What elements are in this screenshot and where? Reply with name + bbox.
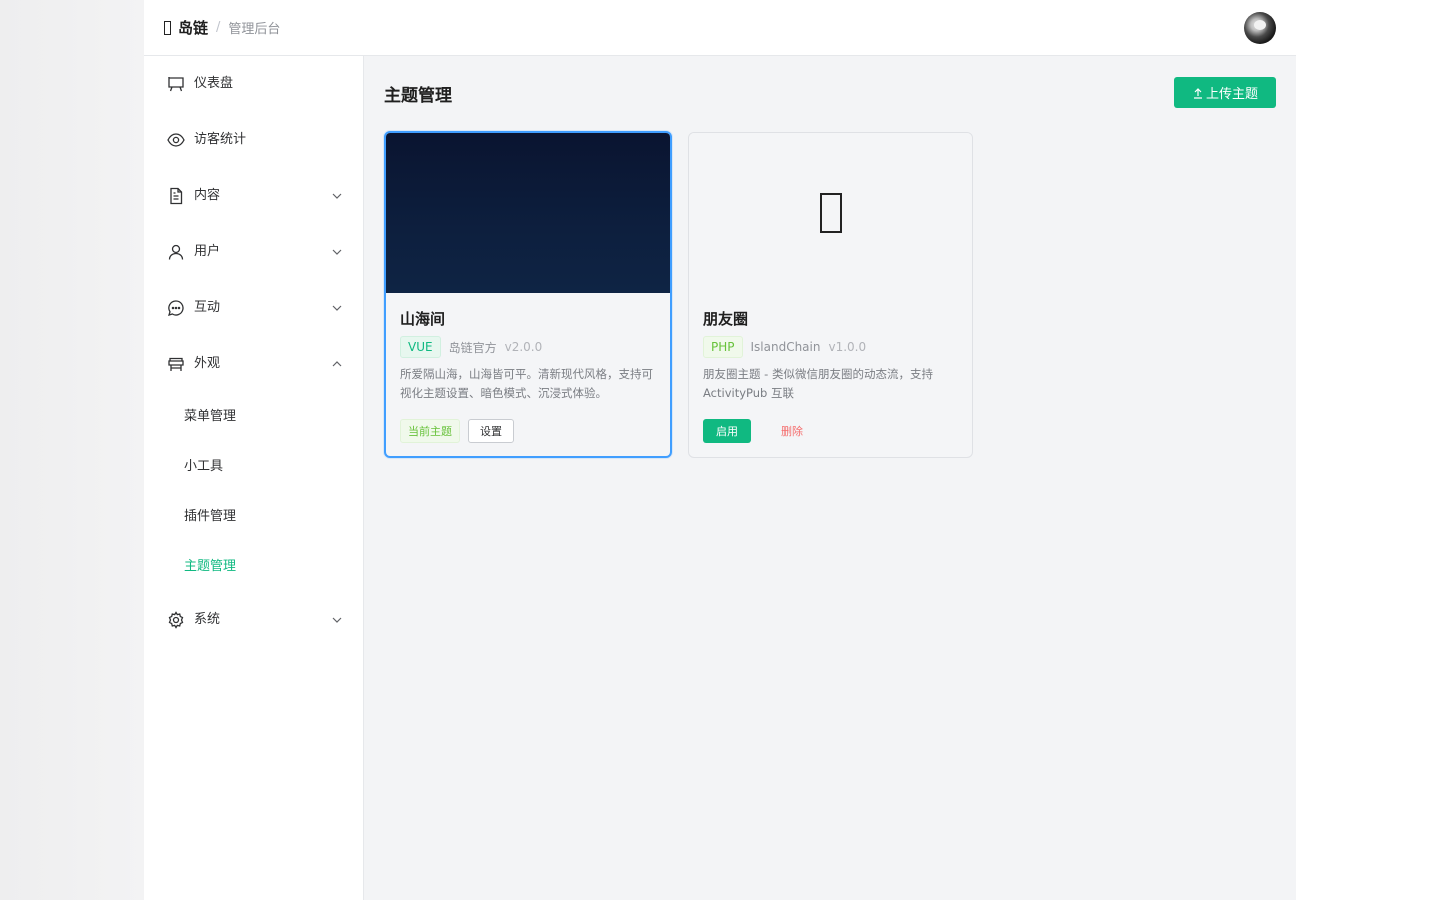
sidebar-item-content[interactable]: 内容 [144, 168, 363, 224]
sidebar-item-appearance[interactable]: 外观 [144, 336, 363, 392]
sidebar-subitem-menu-management[interactable]: 菜单管理 [144, 392, 363, 442]
sidebar-item-dashboard[interactable]: 仪表盘 [144, 56, 363, 112]
chevron-down-icon [332, 193, 342, 199]
gear-icon [168, 611, 184, 629]
main-content: 主题管理 上传主题 山海间 VUE 岛链官方 v2.0.0 所爱隔山海，山海皆可… [364, 56, 1296, 900]
theme-author: 岛链官方 [448, 340, 497, 355]
eye-icon [167, 133, 185, 147]
sidebar-item-label: 访客统计 [194, 132, 247, 147]
theme-cover-placeholder [689, 133, 972, 293]
sidebar-item-interaction[interactable]: 互动 [144, 280, 363, 336]
user-icon [168, 244, 184, 260]
theme-card-body: 山海间 VUE 岛链官方 v2.0.0 所爱隔山海，山海皆可平。清新现代风格，支… [400, 309, 656, 443]
document-icon [170, 187, 183, 205]
theme-description: 朋友圈主题 - 类似微信朋友圈的动态流，支持 ActivityPub 互联 [703, 367, 933, 400]
top-header: 岛链 / 管理后台 [144, 0, 1296, 56]
sidebar-subitem-label: 小工具 [184, 459, 224, 474]
admin-app: 岛链 / 管理后台 仪表盘 访客统计 内容 用户 互动 外观 菜单管理 小工具 … [144, 0, 1296, 900]
sidebar-item-label: 系统 [194, 612, 221, 627]
user-avatar[interactable] [1244, 12, 1276, 44]
page-gutter [1296, 0, 1440, 900]
sidebar-item-visitor-stats[interactable]: 访客统计 [144, 112, 363, 168]
current-theme-badge: 当前主题 [400, 419, 460, 443]
sidebar-subitem-label: 主题管理 [184, 559, 237, 574]
sidebar-subitem-label: 菜单管理 [184, 409, 237, 424]
chevron-down-icon [332, 305, 342, 311]
sidebar-subitem-label: 插件管理 [184, 509, 237, 524]
page-title: 主题管理 [384, 86, 452, 106]
enable-theme-button[interactable]: 启用 [703, 419, 751, 443]
theme-actions: 启用 删除 [703, 419, 958, 443]
theme-version: v1.0.0 [828, 340, 867, 354]
theme-placeholder-icon [819, 193, 842, 233]
upload-icon [1193, 87, 1202, 99]
theme-actions: 当前主题 设置 [400, 419, 656, 443]
sidebar-item-label: 互动 [194, 300, 221, 315]
sidebar-item-label: 外观 [194, 356, 221, 371]
theme-card-pengyouquan[interactable]: 朋友圈 PHP IslandChain v1.0.0 朋友圈主题 - 类似微信朋… [688, 132, 973, 458]
theme-description: 所爱隔山海，山海皆可平。清新现代风格，支持可视化主题设置、暗色模式、沉浸式体验。 [400, 367, 653, 400]
theme-lang-tag: VUE [400, 336, 441, 358]
theme-version: v2.0.0 [504, 340, 543, 354]
theme-meta: PHP IslandChain v1.0.0 [703, 336, 958, 358]
theme-meta: VUE 岛链官方 v2.0.0 [400, 336, 656, 358]
chevron-down-icon [332, 249, 342, 255]
theme-card-body: 朋友圈 PHP IslandChain v1.0.0 朋友圈主题 - 类似微信朋… [703, 309, 958, 443]
chevron-down-icon [332, 617, 342, 623]
theme-lang-tag: PHP [703, 336, 743, 358]
chevron-up-icon [332, 361, 342, 367]
appearance-icon [168, 357, 184, 371]
sidebar-item-users[interactable]: 用户 [144, 224, 363, 280]
theme-author: IslandChain [750, 340, 821, 354]
sidebar-subitem-plugins[interactable]: 插件管理 [144, 492, 363, 542]
upload-theme-label: 上传主题 [1205, 87, 1258, 102]
theme-cover-image [386, 133, 670, 293]
theme-card-shanhaijian[interactable]: 山海间 VUE 岛链官方 v2.0.0 所爱隔山海，山海皆可平。清新现代风格，支… [384, 131, 672, 458]
sidebar-item-label: 用户 [194, 244, 221, 259]
brand[interactable]: 岛链 / 管理后台 [164, 16, 280, 38]
upload-theme-button[interactable]: 上传主题 [1174, 77, 1276, 108]
brand-subtitle: 管理后台 [228, 21, 281, 37]
sidebar: 仪表盘 访客统计 内容 用户 互动 外观 菜单管理 小工具 插件管理 主题管理 … [144, 56, 364, 900]
brand-name: 岛链 [178, 18, 209, 37]
sidebar-item-label: 内容 [194, 188, 221, 203]
sidebar-subitem-widgets[interactable]: 小工具 [144, 442, 363, 492]
dashboard-icon [168, 77, 184, 92]
theme-name: 朋友圈 [703, 310, 749, 328]
sidebar-item-system[interactable]: 系统 [144, 592, 363, 648]
theme-name: 山海间 [400, 310, 446, 328]
brand-separator: / [216, 19, 221, 35]
chat-icon [168, 300, 184, 316]
logo-icon [164, 21, 171, 35]
sidebar-item-label: 仪表盘 [194, 76, 234, 91]
delete-theme-button[interactable]: 删除 [771, 423, 813, 439]
sidebar-subitem-themes[interactable]: 主题管理 [144, 542, 363, 592]
theme-settings-button[interactable]: 设置 [468, 419, 514, 443]
